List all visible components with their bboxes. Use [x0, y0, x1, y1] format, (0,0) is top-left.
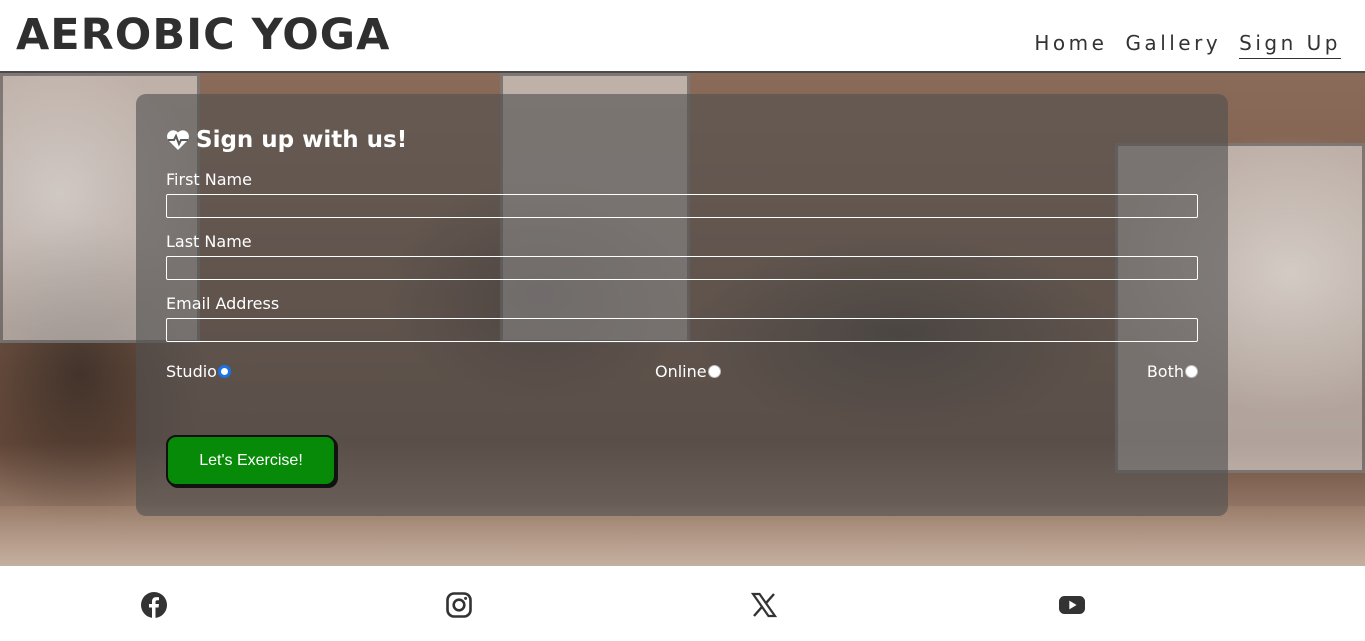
class-type-options: Studio Online Both — [166, 362, 1198, 384]
option-online-label: Online — [655, 362, 707, 381]
email-group: Email Address — [166, 294, 1198, 342]
option-both[interactable]: Both — [1147, 362, 1198, 381]
youtube-icon — [1059, 596, 1085, 614]
last-name-group: Last Name — [166, 232, 1198, 280]
last-name-input[interactable] — [166, 256, 1198, 280]
option-online[interactable]: Online — [655, 362, 721, 381]
instagram-link[interactable] — [444, 590, 474, 620]
site-logo[interactable]: AEROBIC YOGA — [16, 10, 390, 60]
nav-gallery[interactable]: Gallery — [1125, 30, 1221, 59]
x-icon — [750, 592, 778, 618]
form-title: Sign up with us! — [196, 127, 408, 153]
first-name-group: First Name — [166, 170, 1198, 218]
first-name-label: First Name — [166, 170, 252, 189]
site-header: AEROBIC YOGA Home Gallery Sign Up — [0, 0, 1365, 73]
x-link[interactable] — [749, 590, 779, 620]
nav-home[interactable]: Home — [1034, 30, 1107, 59]
email-label: Email Address — [166, 294, 280, 313]
option-studio[interactable]: Studio — [166, 362, 231, 381]
option-studio-label: Studio — [166, 362, 217, 381]
studio-radio[interactable] — [217, 365, 231, 378]
both-radio[interactable] — [1185, 365, 1198, 378]
online-radio[interactable] — [707, 365, 721, 378]
option-both-label: Both — [1146, 362, 1184, 381]
facebook-icon — [141, 592, 167, 618]
email-input[interactable] — [166, 318, 1198, 342]
main-nav: Home Gallery Sign Up — [1034, 30, 1341, 59]
instagram-icon — [446, 592, 472, 618]
heart-pulse-icon — [167, 130, 189, 150]
form-heading: Sign up with us! — [166, 124, 1198, 156]
signup-form: Sign up with us! First Name Last Name Em… — [136, 94, 1228, 516]
facebook-link[interactable] — [139, 590, 169, 620]
youtube-link[interactable] — [1057, 590, 1087, 620]
submit-button[interactable]: Let's Exercise! — [166, 435, 336, 486]
last-name-label: Last Name — [166, 232, 252, 251]
site-footer — [0, 566, 1365, 641]
first-name-input[interactable] — [166, 194, 1198, 218]
nav-sign-up[interactable]: Sign Up — [1239, 30, 1341, 59]
